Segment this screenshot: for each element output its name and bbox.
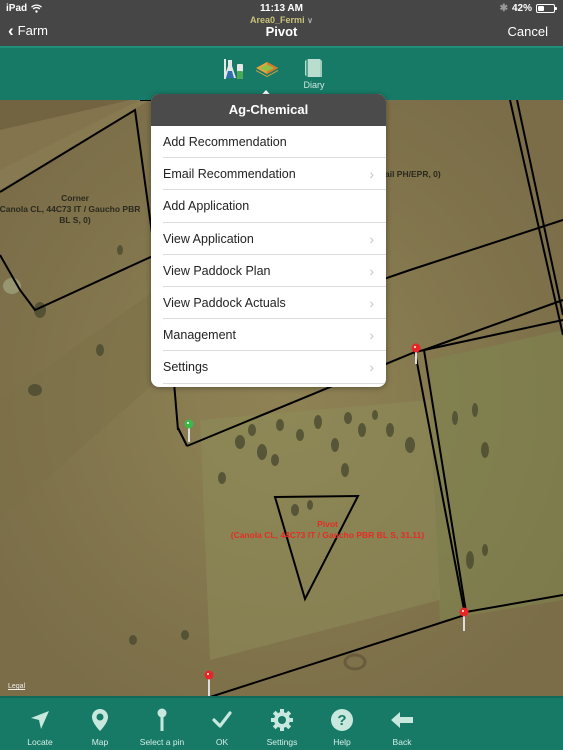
menu-item-label: Add Application [163,199,250,214]
chevron-right-icon: › [369,359,374,376]
status-time: 11:13 AM [260,3,303,14]
diary-book-icon [305,59,322,77]
checkmark-icon [212,711,232,728]
map-button[interactable]: Map [70,708,130,747]
navigation-header: iPad 11:13 AM ✱ 42% ‹ Farm Area0_Fermi ∨… [0,0,563,46]
bottom-toolbar: Locate Map Select a pin OK Settings ? He… [0,696,563,750]
menu-item-label: Settings [163,360,209,375]
pivot-paddock-label: Pivot (Canola CL, 44C73 IT / Gaucho PBR … [215,519,440,541]
back-button[interactable]: Back [372,708,432,747]
menu-item-view-application[interactable]: View Application › [151,223,386,255]
legal-link[interactable]: Legal [8,683,25,690]
menu-item-label: View Paddock Plan [163,263,271,278]
corner-paddock-name: Corner [61,193,89,203]
menu-item-settings[interactable]: Settings › [151,351,386,384]
menu-item-email-recommendation[interactable]: Email Recommendation › [151,158,386,191]
menu-item-label: Management [163,328,236,343]
locate-arrow-icon [31,711,49,729]
corner-paddock-label: Corner Canola CL, 44C73 IT / Gaucho PBR … [0,193,150,226]
app-screen: iPad 11:13 AM ✱ 42% ‹ Farm Area0_Fermi ∨… [0,0,563,750]
chemical-flasks-icon [224,59,243,79]
corner-paddock-detail-2: BL S, 0) [59,215,91,225]
ag-layers-icon [256,62,278,77]
battery-level-fill [538,6,545,11]
back-arrow-icon [391,712,413,728]
svg-text:?: ? [337,712,346,729]
status-bar-right: ✱ 42% [499,3,557,14]
gear-icon [271,709,293,731]
module-toolbar: Diary [0,46,563,100]
settings-button[interactable]: Settings [252,708,312,747]
select-a-pin-label: Select a pin [139,737,185,747]
map-label: Map [91,737,109,747]
menu-item-label: View Application [163,231,254,246]
cancel-button[interactable]: Cancel [508,24,548,39]
terrain-patch [430,330,563,620]
diary-tool-label: Diary [303,80,325,90]
pivot-paddock-detail: (Canola CL, 44C73 IT / Gaucho PBR BL S, … [230,530,425,540]
menu-item-label: Email Recommendation [163,167,296,182]
paddock-label-partial: ail PH/EPR, 0) [385,169,441,179]
help-icon: ? [331,709,353,731]
help-button[interactable]: ? Help [312,708,372,747]
menu-item-view-paddock-actuals[interactable]: View Paddock Actuals › [151,287,386,320]
chemical-tool-button[interactable] [220,56,246,82]
battery-icon [536,4,557,13]
menu-item-add-recommendation[interactable]: Add Recommendation [151,126,386,159]
select-a-pin-button[interactable]: Select a pin [132,708,192,747]
chevron-right-icon: › [369,230,374,247]
ok-label: OK [215,737,229,747]
menu-item-label: Add Recommendation [163,135,287,150]
menu-item-view-paddock-plan[interactable]: View Paddock Plan › [151,255,386,288]
ok-button[interactable]: OK [192,708,252,747]
menu-item-management[interactable]: Management › [151,319,386,352]
diary-tool-button[interactable]: Diary [302,56,326,90]
popover-title: Ag-Chemical [151,94,386,126]
locate-button[interactable]: Locate [10,708,70,747]
battery-percent: 42% [511,3,532,14]
chevron-right-icon: › [369,327,374,344]
settings-label: Settings [266,737,298,747]
help-label: Help [333,737,351,747]
pivot-paddock-name: Pivot [317,519,338,529]
ag-chemical-popover: Ag-Chemical Add Recommendation Email Reco… [151,94,386,387]
locate-label: Locate [27,737,53,747]
map-pin-icon [92,709,108,731]
menu-item-add-application[interactable]: Add Application [151,190,386,223]
back-label: Back [392,737,412,747]
popover-menu: Add Recommendation Email Recommendation › A… [151,126,386,384]
select-pin-icon [157,708,167,731]
menu-item-label: View Paddock Actuals [163,296,286,311]
page-title: Pivot [265,24,298,39]
chevron-right-icon: › [369,295,374,312]
bluetooth-icon: ✱ [499,3,508,14]
corner-paddock-detail-1: Canola CL, 44C73 IT / Gaucho PBR [0,204,141,214]
chevron-right-icon: › [369,166,374,183]
ag-tool-button[interactable] [254,56,280,82]
chevron-right-icon: › [369,262,374,279]
